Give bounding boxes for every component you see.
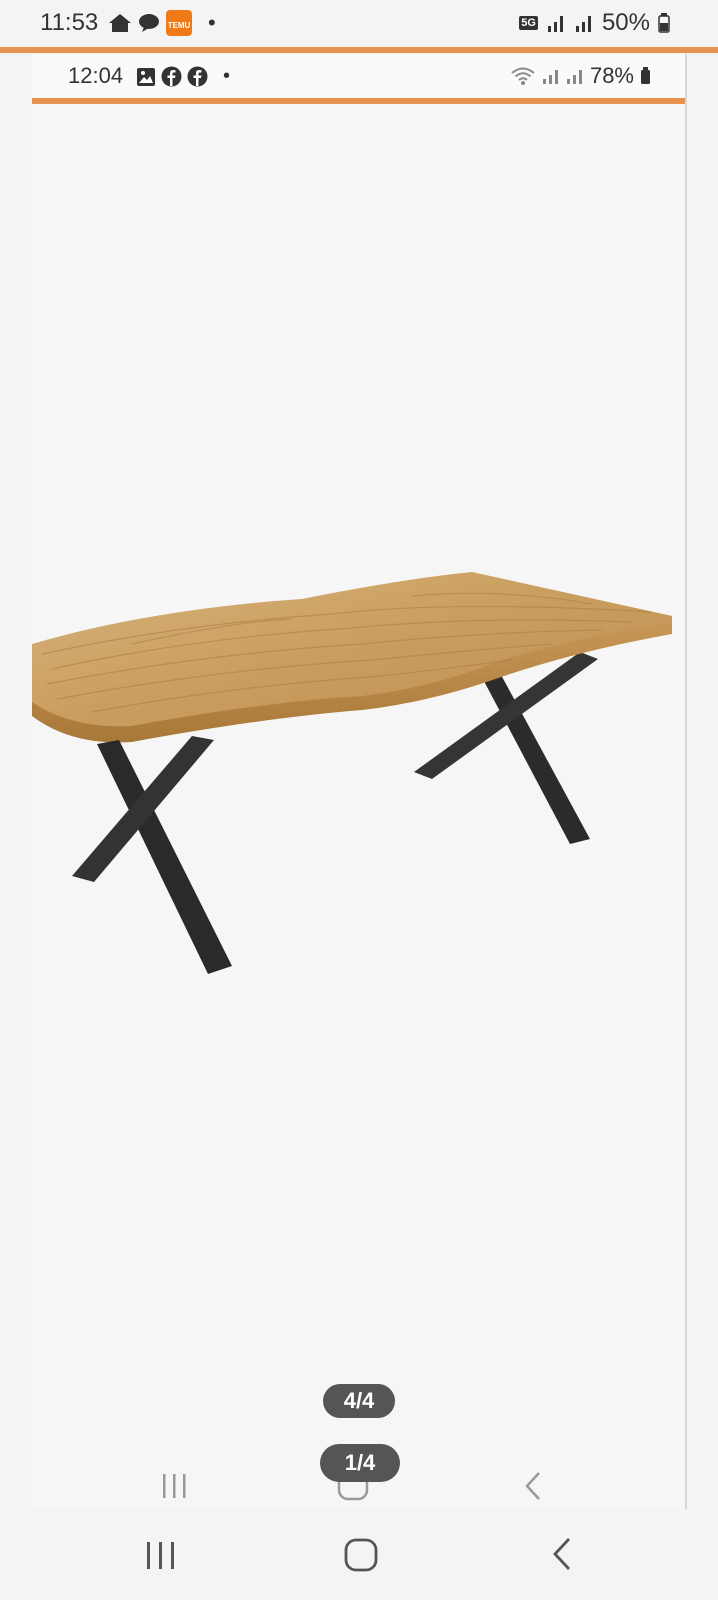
- chat-bubble-icon: [139, 14, 159, 32]
- outer-image-counter: 1/4: [320, 1444, 400, 1482]
- inner-notification-icons: •: [136, 65, 230, 88]
- table-leg-front: [72, 736, 232, 974]
- battery-icon: [658, 13, 670, 33]
- network-label: 5G: [521, 17, 536, 29]
- inner-status-time: 12:04: [68, 63, 124, 88]
- facebook-icon: [187, 66, 208, 87]
- recents-icon: [163, 1474, 186, 1498]
- temu-logo-text: TEMU: [168, 21, 191, 30]
- navigation-bar: [0, 1520, 718, 1600]
- network-5g-icon: 5G: [519, 16, 538, 30]
- inner-accent-divider: [32, 98, 685, 104]
- battery-percent: 50%: [601, 9, 650, 36]
- signal-icon: [547, 16, 563, 32]
- outer-notification-icons: TEMU •: [108, 10, 216, 36]
- outer-status-time: 11:53: [40, 9, 99, 36]
- inner-status-bar: 12:04 • 78%: [32, 54, 685, 98]
- accent-divider: [0, 47, 718, 53]
- battery-icon: [641, 67, 650, 84]
- product-image-table: [32, 572, 672, 974]
- home-icon[interactable]: [343, 1537, 379, 1573]
- facebook-icon: [161, 66, 182, 87]
- temu-icon: TEMU: [166, 10, 192, 36]
- recents-icon[interactable]: [144, 1540, 178, 1572]
- gallery-icon: [137, 67, 155, 86]
- image-viewer[interactable]: 12:04 • 78% 4/4: [32, 54, 687, 1509]
- back-icon: [525, 1472, 540, 1500]
- signal-icon: [542, 70, 558, 84]
- inner-image-counter: 4/4: [323, 1384, 395, 1418]
- wifi-icon: [511, 67, 535, 85]
- outer-image-counter-label: 1/4: [344, 1450, 376, 1475]
- signal-icon: [575, 16, 591, 32]
- outer-status-dot: •: [208, 10, 216, 35]
- inner-image-counter-label: 4/4: [343, 1388, 375, 1413]
- signal-icon: [566, 70, 582, 84]
- inner-status-dot: •: [223, 65, 231, 87]
- back-icon[interactable]: [550, 1536, 574, 1572]
- inner-battery-percent: 78%: [589, 63, 634, 88]
- outer-status-bar: 11:53 TEMU • 5G 50%: [0, 0, 718, 46]
- inner-system-icons: 78%: [510, 63, 651, 89]
- outer-system-icons: 5G 50%: [519, 9, 670, 37]
- home-icon: [109, 14, 131, 32]
